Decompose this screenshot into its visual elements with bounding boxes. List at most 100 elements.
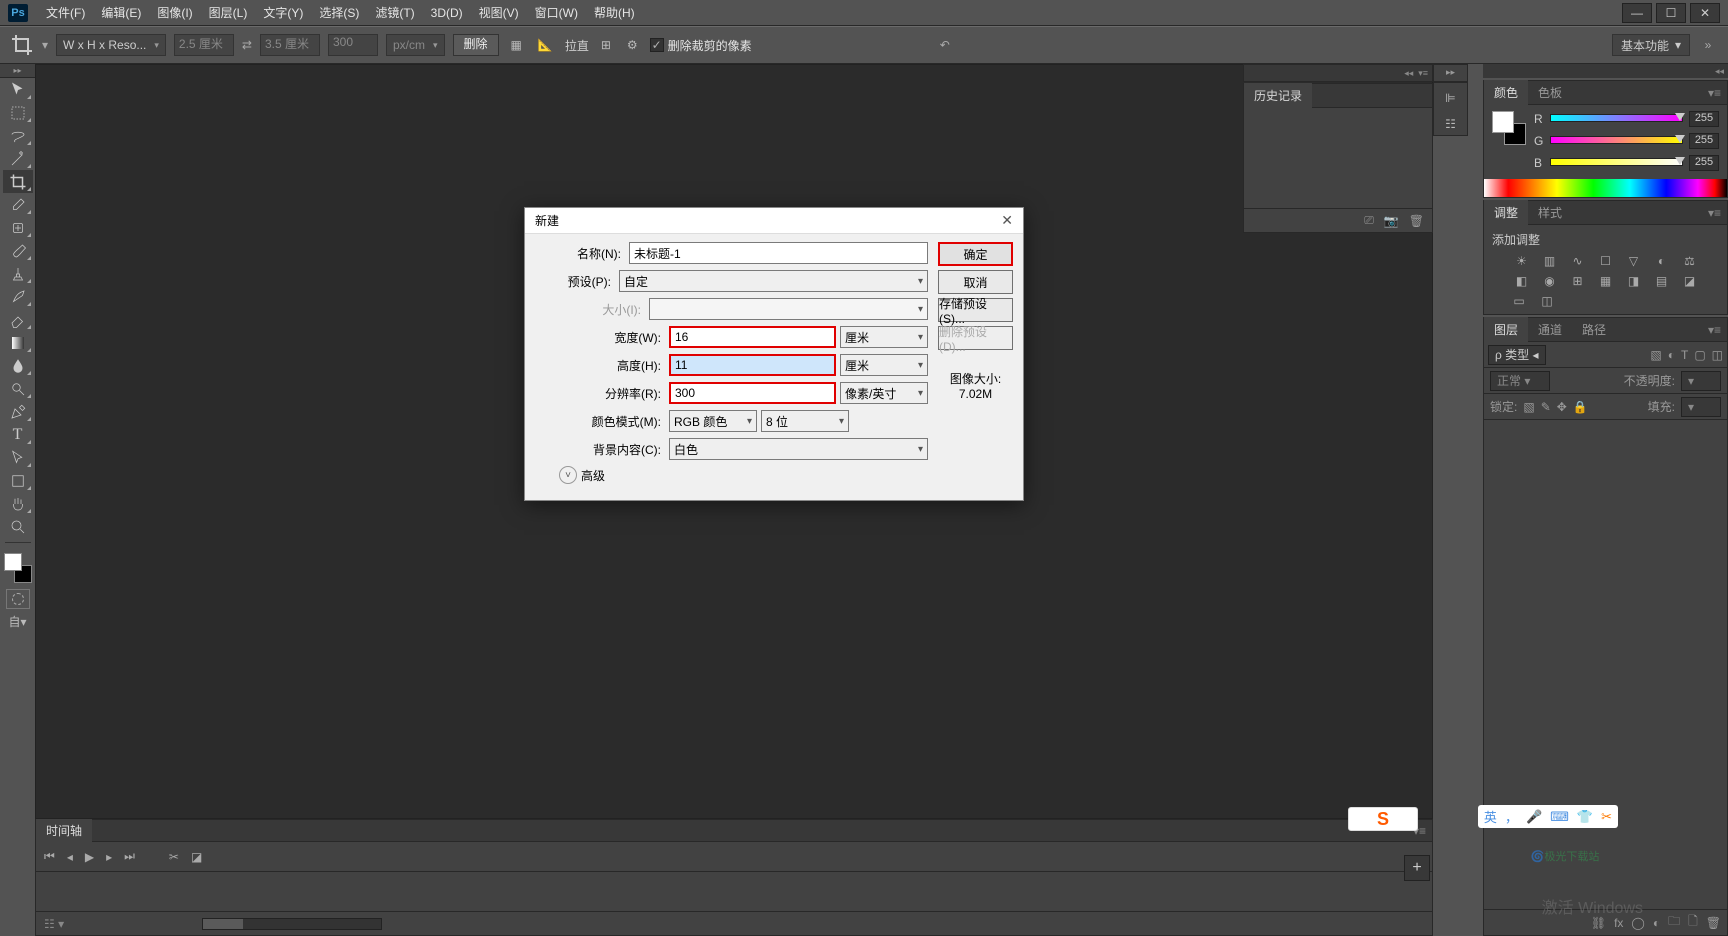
selective-color-icon[interactable]: ◫: [1538, 294, 1556, 308]
bw-icon[interactable]: ◧: [1513, 274, 1531, 288]
crop-preset-dropdown[interactable]: W x H x Reso...: [56, 34, 166, 56]
opacity-dropdown[interactable]: ▾: [1681, 371, 1721, 391]
panel-menu-icon[interactable]: ▾≡: [1702, 206, 1727, 220]
width-input[interactable]: [669, 326, 836, 348]
menu-3d[interactable]: 3D(D): [423, 2, 471, 24]
right-dock-collapse[interactable]: ◂◂: [1483, 64, 1728, 78]
trash-icon[interactable]: 🗑: [1409, 214, 1424, 228]
photo-filter-icon[interactable]: ◉: [1541, 274, 1559, 288]
timeline-zoom-slider[interactable]: [202, 918, 382, 930]
color-swatches[interactable]: [4, 553, 32, 583]
filter-shape-icon[interactable]: ▢: [1694, 348, 1705, 362]
brightness-icon[interactable]: ☀: [1513, 254, 1531, 268]
dropdown-arrow-icon[interactable]: ▾: [42, 38, 48, 52]
crop-unit-dropdown[interactable]: px/cm: [386, 34, 445, 56]
goto-first-icon[interactable]: ⏮: [44, 849, 55, 864]
rectangle-tool[interactable]: [3, 469, 33, 492]
swap-dimensions-icon[interactable]: ⇄: [242, 38, 252, 52]
panel-fg-swatch[interactable]: [1492, 111, 1514, 133]
brush-tool[interactable]: [3, 239, 33, 262]
invert-icon[interactable]: ◨: [1625, 274, 1643, 288]
resolution-input[interactable]: [669, 382, 836, 404]
minimize-button[interactable]: —: [1622, 3, 1652, 23]
menu-window[interactable]: 窗口(W): [527, 0, 586, 25]
b-slider[interactable]: [1550, 158, 1683, 168]
g-slider[interactable]: [1550, 136, 1683, 146]
ok-button[interactable]: 确定: [938, 242, 1013, 266]
magic-wand-tool[interactable]: [3, 147, 33, 170]
menu-filter[interactable]: 滤镜(T): [367, 0, 422, 25]
panel-menu-icon[interactable]: ▾≡: [1702, 323, 1727, 337]
crop-tool[interactable]: [3, 170, 33, 193]
r-value[interactable]: 255: [1689, 111, 1719, 127]
color-lookup-icon[interactable]: ▦: [1597, 274, 1615, 288]
new-layer-icon[interactable]: 🗋: [1688, 912, 1698, 933]
height-input[interactable]: [669, 354, 836, 376]
tab-swatches[interactable]: 色板: [1528, 80, 1572, 105]
colorbal-icon[interactable]: ⚖: [1681, 254, 1699, 268]
filter-smart-icon[interactable]: ◫: [1712, 348, 1723, 362]
delete-cropped-checkbox[interactable]: ✓ 删除裁剪的像素: [650, 37, 752, 54]
new-group-icon[interactable]: 🗀: [1668, 912, 1680, 933]
width-unit-dropdown[interactable]: 厘米: [840, 326, 928, 348]
ime-voice-icon[interactable]: 🎤: [1526, 809, 1542, 825]
advanced-toggle-icon[interactable]: ˅: [559, 466, 577, 484]
menu-edit[interactable]: 编辑(E): [93, 0, 149, 25]
history-collapse-bar[interactable]: ◂◂ ▾≡: [1243, 64, 1433, 82]
camera-icon[interactable]: 📷: [1384, 214, 1399, 228]
blend-mode-dropdown[interactable]: 正常 ▾: [1490, 371, 1550, 391]
panel-color-swatches[interactable]: [1492, 111, 1526, 145]
threshold-icon[interactable]: ◪: [1681, 274, 1699, 288]
layer-filter-dropdown[interactable]: ρ 类型 ◂: [1488, 345, 1546, 365]
huesat-icon[interactable]: ◐: [1653, 254, 1671, 268]
cancel-button[interactable]: 取消: [938, 270, 1013, 294]
reset-icon[interactable]: ↶: [940, 38, 950, 52]
gradient-map-icon[interactable]: ▭: [1510, 294, 1528, 308]
color-mode-dropdown[interactable]: RGB 颜色: [669, 410, 757, 432]
advanced-label[interactable]: 高级: [581, 467, 605, 484]
new-fill-icon[interactable]: ◐: [1653, 916, 1660, 930]
menu-image[interactable]: 图像(I): [149, 0, 200, 25]
straighten-icon[interactable]: 📐: [534, 38, 557, 52]
dialog-close-icon[interactable]: ✕: [1001, 212, 1013, 229]
menu-view[interactable]: 视图(V): [471, 0, 527, 25]
crop-height-input[interactable]: 3.5 厘米: [260, 34, 320, 56]
clone-stamp-tool[interactable]: [3, 262, 33, 285]
filter-pixel-icon[interactable]: ▧: [1650, 348, 1661, 362]
preset-dropdown[interactable]: 自定: [619, 270, 928, 292]
new-snapshot-icon[interactable]: ⎚: [1364, 213, 1374, 228]
history-brush-tool[interactable]: [3, 285, 33, 308]
tab-styles[interactable]: 样式: [1528, 200, 1572, 225]
dodge-tool[interactable]: [3, 377, 33, 400]
tab-channels[interactable]: 通道: [1528, 317, 1572, 342]
name-input[interactable]: [629, 242, 928, 264]
tab-timeline[interactable]: 时间轴: [36, 819, 92, 842]
lock-position-icon[interactable]: ✥: [1557, 400, 1567, 414]
clear-button[interactable]: 删除: [453, 34, 499, 56]
g-value[interactable]: 255: [1689, 133, 1719, 149]
play-icon[interactable]: ▶: [85, 850, 94, 864]
ime-language-bar[interactable]: 英 ， 🎤 ⌨ 👕 ✂: [1478, 805, 1618, 828]
type-tool[interactable]: T: [3, 423, 33, 446]
goto-last-icon[interactable]: ⏭: [124, 849, 135, 864]
menu-file[interactable]: 文件(F): [38, 0, 93, 25]
ime-skin-icon[interactable]: 👕: [1577, 809, 1593, 825]
hand-tool[interactable]: [3, 492, 33, 515]
gear-icon[interactable]: ⚙: [623, 38, 642, 52]
pen-tool[interactable]: [3, 400, 33, 423]
toolbar-grip[interactable]: ▸▸: [0, 64, 35, 78]
lock-paint-icon[interactable]: ✎: [1541, 400, 1551, 414]
prev-frame-icon[interactable]: ◂: [67, 850, 73, 864]
menu-type[interactable]: 文字(Y): [255, 0, 311, 25]
close-button[interactable]: ✕: [1690, 3, 1720, 23]
lock-all-icon[interactable]: 🔒: [1573, 400, 1588, 414]
ime-keyboard-icon[interactable]: ⌨: [1550, 809, 1569, 825]
quickmask-toggle[interactable]: [6, 589, 30, 609]
crop-options-icon[interactable]: ⊞: [597, 38, 615, 52]
zoom-tool[interactable]: [3, 515, 33, 538]
path-selection-tool[interactable]: [3, 446, 33, 469]
filter-type-icon[interactable]: T: [1681, 348, 1688, 362]
ime-toolbox-icon[interactable]: ✂: [1601, 809, 1612, 825]
marquee-tool[interactable]: [3, 101, 33, 124]
posterize-icon[interactable]: ▤: [1653, 274, 1671, 288]
